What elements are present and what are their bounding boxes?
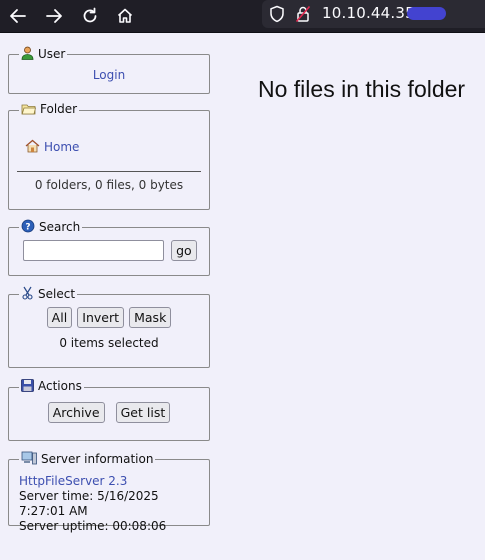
server-info-title: Server information	[41, 452, 154, 466]
get-list-button[interactable]: Get list	[115, 402, 171, 423]
scissors-icon	[21, 286, 34, 303]
user-panel: User Login	[8, 46, 210, 94]
selection-status: 0 items selected	[59, 336, 159, 350]
actions-panel-title: Actions	[38, 379, 82, 393]
server-software-link[interactable]: HttpFileServer 2.3	[19, 474, 127, 488]
folder-panel-title: Folder	[40, 102, 78, 116]
help-search-icon: ?	[21, 219, 35, 236]
select-panel-legend: Select	[19, 286, 77, 303]
user-panel-legend: User	[19, 46, 67, 63]
search-panel: ? Search go	[8, 219, 210, 276]
redaction-block	[407, 7, 446, 20]
server-info-legend: Server information	[19, 451, 155, 468]
user-panel-title: User	[38, 47, 66, 61]
shield-icon[interactable]	[269, 5, 285, 27]
home-folder-icon	[25, 138, 40, 157]
save-disk-icon	[21, 379, 34, 395]
back-arrow-icon[interactable]	[6, 4, 30, 28]
invert-button[interactable]: Invert	[77, 307, 125, 328]
select-panel-title: Select	[38, 287, 76, 301]
svg-text:?: ?	[25, 223, 30, 233]
actions-panel-legend: Actions	[19, 379, 84, 395]
lock-insecure-icon[interactable]	[295, 5, 311, 27]
actions-panel: Actions Archive Get list	[8, 379, 210, 441]
url-text[interactable]: 10.10.44.35:	[322, 4, 420, 22]
folder-panel-legend: Folder	[19, 102, 79, 118]
reload-icon[interactable]	[78, 4, 102, 28]
server-info-panel: Server information HttpFileServer 2.3 Se…	[8, 451, 210, 533]
select-panel: Select All Invert Mask 0 items selected	[8, 286, 210, 368]
home-icon[interactable]	[113, 4, 137, 28]
server-time: Server time: 5/16/2025 7:27:01 AM	[19, 489, 159, 518]
server-uptime: Server uptime: 00:08:06	[19, 519, 167, 533]
mask-button[interactable]: Mask	[129, 307, 172, 328]
user-icon	[21, 46, 34, 63]
select-all-button[interactable]: All	[46, 307, 73, 328]
browser-toolbar: 10.10.44.35:	[0, 0, 485, 33]
archive-button[interactable]: Archive	[47, 402, 105, 423]
empty-folder-message: No files in this folder	[258, 76, 466, 102]
url-bar[interactable]: 10.10.44.35:	[262, 0, 485, 28]
forward-arrow-icon[interactable]	[42, 4, 66, 28]
folder-stats: 0 folders, 0 files, 0 bytes	[34, 178, 184, 192]
search-panel-title: Search	[39, 220, 81, 234]
folder-panel: Folder Home 0 folders, 0 files, 0 bytes	[8, 102, 210, 210]
search-panel-legend: ? Search	[19, 219, 82, 236]
folder-icon	[21, 102, 37, 118]
search-input[interactable]	[23, 240, 164, 261]
home-link[interactable]: Home	[44, 140, 79, 154]
login-link[interactable]: Login	[93, 68, 125, 82]
folder-divider	[17, 171, 201, 172]
server-computer-icon	[21, 451, 37, 468]
go-button[interactable]: go	[171, 240, 197, 261]
